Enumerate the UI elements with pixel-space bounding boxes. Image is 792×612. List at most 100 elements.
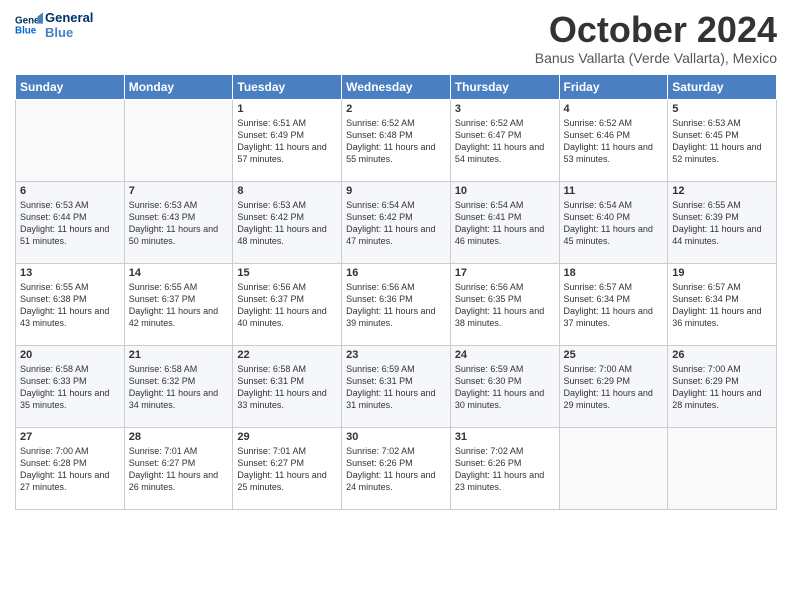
cell-sunset: Sunset: 6:37 PM [129,293,229,305]
calendar-cell: 6 Sunrise: 6:53 AM Sunset: 6:44 PM Dayli… [16,181,125,263]
col-sunday: Sunday [16,74,125,99]
title-block: October 2024 Banus Vallarta (Verde Valla… [535,10,777,66]
cell-sunrise: Sunrise: 7:01 AM [129,445,229,457]
day-number: 10 [455,185,555,197]
calendar-week-1: 1 Sunrise: 6:51 AM Sunset: 6:49 PM Dayli… [16,99,777,181]
cell-sunset: Sunset: 6:32 PM [129,375,229,387]
calendar-cell: 3 Sunrise: 6:52 AM Sunset: 6:47 PM Dayli… [450,99,559,181]
cell-sunset: Sunset: 6:46 PM [564,129,664,141]
month-title: October 2024 [535,10,777,50]
cell-sunrise: Sunrise: 6:52 AM [455,117,555,129]
cell-sunset: Sunset: 6:31 PM [237,375,337,387]
cell-daylight: Daylight: 11 hours and 30 minutes. [455,387,555,411]
calendar-cell: 23 Sunrise: 6:59 AM Sunset: 6:31 PM Dayl… [342,345,451,427]
calendar-cell: 16 Sunrise: 6:56 AM Sunset: 6:36 PM Dayl… [342,263,451,345]
cell-sunrise: Sunrise: 6:55 AM [672,199,772,211]
cell-daylight: Daylight: 11 hours and 52 minutes. [672,141,772,165]
day-number: 28 [129,431,229,443]
day-number: 7 [129,185,229,197]
cell-sunrise: Sunrise: 7:02 AM [346,445,446,457]
cell-sunrise: Sunrise: 6:55 AM [20,281,120,293]
cell-sunset: Sunset: 6:29 PM [564,375,664,387]
col-saturday: Saturday [668,74,777,99]
calendar-cell: 1 Sunrise: 6:51 AM Sunset: 6:49 PM Dayli… [233,99,342,181]
day-number: 16 [346,267,446,279]
cell-sunset: Sunset: 6:29 PM [672,375,772,387]
cell-daylight: Daylight: 11 hours and 42 minutes. [129,305,229,329]
calendar-cell: 24 Sunrise: 6:59 AM Sunset: 6:30 PM Dayl… [450,345,559,427]
day-number: 3 [455,103,555,115]
cell-sunset: Sunset: 6:45 PM [672,129,772,141]
cell-daylight: Daylight: 11 hours and 23 minutes. [455,469,555,493]
cell-daylight: Daylight: 11 hours and 39 minutes. [346,305,446,329]
calendar-cell: 27 Sunrise: 7:00 AM Sunset: 6:28 PM Dayl… [16,427,125,509]
header-row: Sunday Monday Tuesday Wednesday Thursday… [16,74,777,99]
cell-sunset: Sunset: 6:26 PM [346,457,446,469]
calendar-cell [124,99,233,181]
cell-sunset: Sunset: 6:33 PM [20,375,120,387]
day-number: 18 [564,267,664,279]
cell-sunrise: Sunrise: 6:53 AM [237,199,337,211]
cell-daylight: Daylight: 11 hours and 50 minutes. [129,223,229,247]
cell-daylight: Daylight: 11 hours and 38 minutes. [455,305,555,329]
cell-sunset: Sunset: 6:42 PM [237,211,337,223]
cell-sunset: Sunset: 6:27 PM [237,457,337,469]
day-number: 8 [237,185,337,197]
day-number: 20 [20,349,120,361]
cell-sunset: Sunset: 6:37 PM [237,293,337,305]
cell-sunset: Sunset: 6:31 PM [346,375,446,387]
calendar-cell: 2 Sunrise: 6:52 AM Sunset: 6:48 PM Dayli… [342,99,451,181]
col-thursday: Thursday [450,74,559,99]
cell-sunset: Sunset: 6:28 PM [20,457,120,469]
cell-sunrise: Sunrise: 6:54 AM [346,199,446,211]
calendar-cell: 22 Sunrise: 6:58 AM Sunset: 6:31 PM Dayl… [233,345,342,427]
calendar-cell [559,427,668,509]
cell-daylight: Daylight: 11 hours and 36 minutes. [672,305,772,329]
cell-sunrise: Sunrise: 6:59 AM [346,363,446,375]
cell-daylight: Daylight: 11 hours and 27 minutes. [20,469,120,493]
cell-daylight: Daylight: 11 hours and 53 minutes. [564,141,664,165]
cell-sunrise: Sunrise: 6:56 AM [346,281,446,293]
day-number: 29 [237,431,337,443]
calendar-week-3: 13 Sunrise: 6:55 AM Sunset: 6:38 PM Dayl… [16,263,777,345]
cell-daylight: Daylight: 11 hours and 31 minutes. [346,387,446,411]
day-number: 1 [237,103,337,115]
cell-sunset: Sunset: 6:34 PM [672,293,772,305]
cell-sunset: Sunset: 6:38 PM [20,293,120,305]
cell-sunrise: Sunrise: 6:56 AM [455,281,555,293]
cell-sunrise: Sunrise: 6:58 AM [129,363,229,375]
cell-daylight: Daylight: 11 hours and 24 minutes. [346,469,446,493]
calendar-cell: 26 Sunrise: 7:00 AM Sunset: 6:29 PM Dayl… [668,345,777,427]
day-number: 11 [564,185,664,197]
cell-sunrise: Sunrise: 6:58 AM [20,363,120,375]
calendar-cell: 12 Sunrise: 6:55 AM Sunset: 6:39 PM Dayl… [668,181,777,263]
calendar-cell: 14 Sunrise: 6:55 AM Sunset: 6:37 PM Dayl… [124,263,233,345]
cell-sunset: Sunset: 6:48 PM [346,129,446,141]
cell-sunset: Sunset: 6:27 PM [129,457,229,469]
cell-sunrise: Sunrise: 6:51 AM [237,117,337,129]
col-wednesday: Wednesday [342,74,451,99]
calendar-cell: 7 Sunrise: 6:53 AM Sunset: 6:43 PM Dayli… [124,181,233,263]
day-number: 6 [20,185,120,197]
cell-sunrise: Sunrise: 7:00 AM [20,445,120,457]
cell-sunrise: Sunrise: 6:53 AM [20,199,120,211]
day-number: 13 [20,267,120,279]
cell-sunrise: Sunrise: 7:00 AM [672,363,772,375]
day-number: 31 [455,431,555,443]
cell-sunset: Sunset: 6:30 PM [455,375,555,387]
day-number: 14 [129,267,229,279]
cell-sunset: Sunset: 6:44 PM [20,211,120,223]
day-number: 30 [346,431,446,443]
calendar-cell: 18 Sunrise: 6:57 AM Sunset: 6:34 PM Dayl… [559,263,668,345]
cell-daylight: Daylight: 11 hours and 35 minutes. [20,387,120,411]
col-friday: Friday [559,74,668,99]
cell-sunset: Sunset: 6:39 PM [672,211,772,223]
cell-daylight: Daylight: 11 hours and 48 minutes. [237,223,337,247]
calendar-cell: 11 Sunrise: 6:54 AM Sunset: 6:40 PM Dayl… [559,181,668,263]
calendar-week-2: 6 Sunrise: 6:53 AM Sunset: 6:44 PM Dayli… [16,181,777,263]
cell-daylight: Daylight: 11 hours and 51 minutes. [20,223,120,247]
cell-sunrise: Sunrise: 6:57 AM [672,281,772,293]
cell-daylight: Daylight: 11 hours and 37 minutes. [564,305,664,329]
cell-sunrise: Sunrise: 6:53 AM [672,117,772,129]
calendar-cell: 20 Sunrise: 6:58 AM Sunset: 6:33 PM Dayl… [16,345,125,427]
